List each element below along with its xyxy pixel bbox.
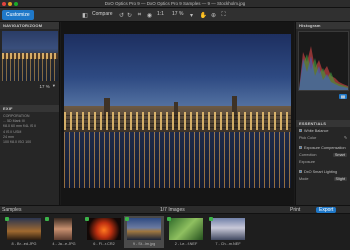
correction-select[interactable]: Smart [332, 152, 347, 157]
white-balance-label: White Balance [304, 128, 329, 133]
filmstrip-toolbar: Samples 1/7 Images Print Export [0, 205, 350, 214]
histogram-tools: ▮▮ [296, 93, 350, 100]
essentials-header[interactable]: ESSENTIALS [296, 120, 350, 127]
filmstrip-thumb[interactable]: 8 - Br...ed.JPG [4, 216, 44, 248]
fullscreen-icon[interactable]: ⛶ [220, 10, 227, 20]
filmstrip-thumb[interactable]: 6 - Fl...r.CR2 [84, 216, 124, 248]
navigator-zoom-row: 17 % ▾ [0, 81, 59, 91]
export-button[interactable]: Export [316, 207, 337, 213]
thumb-label: 6 - Fl...r.CR2 [93, 242, 115, 246]
rotate-right-icon[interactable]: ↻ [126, 10, 133, 20]
compare-button[interactable]: Compare [92, 11, 113, 17]
exposure-comp-label: Exposure Compensation [304, 145, 346, 150]
thumb-image [211, 218, 245, 240]
exif-info: CORPORATION ... 5D Mark III f/8.0 60 mm … [0, 112, 59, 147]
histogram-header[interactable]: Histogram [296, 22, 350, 29]
crop-icon[interactable]: ⌗ [136, 10, 143, 20]
zoom-in-icon[interactable]: ⊕ [210, 10, 217, 20]
filmstrip-thumb[interactable]: 2 - Le...f.NEF [166, 216, 206, 248]
thumb-image [54, 218, 72, 240]
filmstrip-thumb-selected[interactable]: 9 - St...lm.jpg [124, 216, 164, 248]
photo-water [64, 132, 291, 188]
thumb-label: 8 - Br...ed.JPG [11, 242, 37, 246]
left-panel: NAVIGATOR/ZOOM 17 % ▾ EXIF CORPORATION .… [0, 22, 60, 205]
smart-lighting-toggle[interactable]: DxO Smart Lighting [296, 168, 350, 175]
tab-customize[interactable]: Customize [2, 10, 34, 20]
correction-row: Correction Smart [296, 151, 350, 158]
histogram-graph [299, 46, 348, 90]
hand-icon[interactable]: ✋ [200, 10, 207, 20]
navigator-header[interactable]: NAVIGATOR/ZOOM [0, 22, 59, 29]
image-viewer[interactable] [61, 22, 294, 205]
chevron-down-icon[interactable]: ▾ [188, 10, 195, 20]
zoom-percent[interactable]: 17 % [172, 11, 183, 17]
exposure-row: Exposure [296, 158, 350, 165]
filmstrip-thumb[interactable]: 7 - Ch...m.NEF [208, 216, 248, 248]
exif-header[interactable]: EXIF [0, 105, 59, 112]
eyedropper-icon[interactable]: ✎ [344, 135, 347, 140]
exposure-toggle[interactable]: Exposure Compensation [296, 144, 350, 151]
eye-icon[interactable]: ◉ [146, 10, 153, 20]
smart-lighting-label: DxO Smart Lighting [304, 169, 338, 174]
mode-label: Mode [299, 176, 309, 181]
filmstrip-thumb[interactable]: 4 - Ja...e.JPG [44, 216, 84, 248]
filmstrip: 8 - Br...ed.JPG 4 - Ja...e.JPG 6 - Fl...… [0, 214, 350, 250]
mode-row: Mode Slight [296, 175, 350, 182]
chevron-down-icon[interactable]: ▾ [53, 83, 55, 89]
thumb-image [169, 218, 203, 240]
compare-icon[interactable]: ◧ [80, 10, 90, 20]
exif-line: 100 f/8.0 ISO 100 [3, 140, 32, 145]
checkbox[interactable] [299, 129, 302, 132]
processed-badge-icon [85, 217, 89, 221]
mode-select[interactable]: Slight [333, 176, 347, 181]
navigator-preview[interactable] [2, 31, 58, 81]
right-panel: Histogram ▮▮ ESSENTIALS White Balance Pi… [295, 22, 350, 205]
processed-badge-icon [5, 217, 9, 221]
main-photo[interactable] [64, 34, 291, 188]
thumb-image [7, 218, 41, 240]
thumb-label: 4 - Ja...e.JPG [52, 242, 76, 246]
pick-color-row: Pick Color ✎ [296, 134, 350, 141]
window-title: DxO Optics Pro 9 — DxO Optics Pro 9 Samp… [104, 1, 246, 6]
checkbox[interactable] [299, 146, 302, 149]
pick-color-label[interactable]: Pick Color [299, 136, 316, 140]
zoom-ratio[interactable]: 1:1 [157, 11, 164, 17]
processed-badge-icon [167, 217, 171, 221]
navigator-zoom-value[interactable]: 17 % [39, 84, 49, 89]
exposure-label: Exposure [299, 159, 316, 164]
histogram [298, 31, 349, 91]
white-balance-toggle[interactable]: White Balance [296, 127, 350, 134]
processed-badge-icon [209, 217, 213, 221]
thumb-image [127, 218, 161, 240]
thumb-label: 9 - St...lm.jpg [132, 242, 156, 246]
correction-label: Correction [299, 152, 317, 157]
print-button[interactable]: Print [290, 207, 300, 213]
processed-badge-icon [45, 217, 49, 221]
title-bar: DxO Optics Pro 9 — DxO Optics Pro 9 Samp… [0, 0, 350, 8]
project-label[interactable]: Samples [2, 207, 21, 213]
navigator-reflection [2, 59, 58, 81]
checkbox[interactable] [299, 170, 302, 173]
thumb-label: 7 - Ch...m.NEF [215, 242, 241, 246]
image-count: 1/7 Images [160, 207, 185, 213]
toolbar: Customize ◧ Compare ↺ ↻ ⌗ ◉ 1:1 17 % ▾ ✋… [0, 8, 350, 22]
thumb-label: 2 - Le...f.NEF [174, 242, 198, 246]
rotate-left-icon[interactable]: ↺ [118, 10, 125, 20]
processed-badge-icon [125, 217, 129, 221]
thumb-image [87, 218, 121, 240]
histogram-toggle[interactable]: ▮▮ [338, 94, 347, 99]
photo-lights [64, 112, 291, 130]
